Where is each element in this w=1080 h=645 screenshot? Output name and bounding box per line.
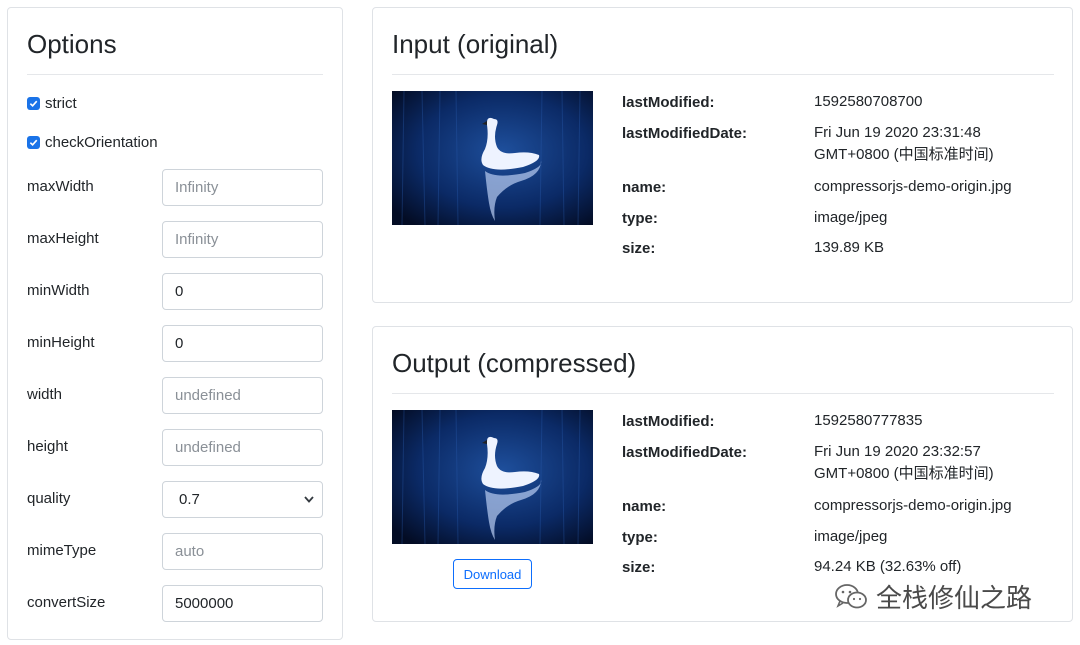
mime-type-label: mimeType — [27, 542, 97, 559]
output-name-key: name: — [622, 498, 667, 515]
max-width-row: maxWidth Infinity — [27, 169, 323, 206]
height-row: height undefined — [27, 429, 323, 466]
output-size-value: 94.24 KB (32.63% off) — [814, 558, 962, 575]
input-type-key: type: — [622, 210, 658, 227]
convert-size-input[interactable]: 5000000 — [162, 585, 323, 622]
wechat-icon — [835, 583, 867, 608]
input-panel: Input (original) lastModified: 159258070… — [372, 7, 1073, 303]
check-icon — [29, 139, 38, 147]
options-divider — [27, 74, 323, 75]
swan-image — [392, 91, 593, 225]
quality-row: quality 0.7 — [27, 481, 323, 518]
output-last-modified-value: 1592580777835 — [814, 412, 923, 429]
input-title: Input (original) — [392, 29, 559, 59]
input-last-modified-key: lastModified: — [622, 94, 715, 111]
output-title: Output (compressed) — [392, 348, 637, 378]
check-icon — [29, 100, 38, 108]
check-orientation-checkbox-row[interactable]: checkOrientation — [27, 134, 158, 151]
options-panel: Options strict checkOrientation maxWidth… — [7, 7, 343, 640]
height-label: height — [27, 438, 68, 455]
strict-checkbox[interactable] — [27, 97, 40, 110]
min-height-input[interactable]: 0 — [162, 325, 323, 362]
check-orientation-label: checkOrientation — [45, 134, 158, 151]
download-button[interactable]: Download — [453, 559, 532, 589]
output-type-key: type: — [622, 529, 658, 546]
width-label: width — [27, 386, 63, 403]
output-name-value: compressorjs-demo-origin.jpg — [814, 497, 1012, 514]
max-height-input[interactable]: Infinity — [162, 221, 323, 258]
width-row: width undefined — [27, 377, 323, 414]
quality-label: quality — [27, 490, 71, 507]
swan-image — [392, 410, 593, 544]
input-divider — [392, 74, 1054, 75]
input-last-modified-value: 1592580708700 — [814, 93, 923, 110]
output-last-modified-key: lastModified: — [622, 413, 715, 430]
output-last-modified-date-line1: Fri Jun 19 2020 23:32:57 — [814, 443, 981, 460]
output-last-modified-date-key: lastModifiedDate: — [622, 444, 748, 461]
min-width-row: minWidth 0 — [27, 273, 323, 310]
input-size-value: 139.89 KB — [814, 239, 885, 256]
max-height-row: maxHeight Infinity — [27, 221, 323, 258]
quality-select[interactable]: 0.7 — [162, 481, 323, 518]
output-type-value: image/jpeg — [814, 528, 888, 545]
input-last-modified-date-line1: Fri Jun 19 2020 23:31:48 — [814, 124, 981, 141]
input-size-key: size: — [622, 240, 656, 257]
width-input[interactable]: undefined — [162, 377, 323, 414]
input-last-modified-date-line2: GMT+0800 (中国标准时间) — [814, 146, 994, 163]
input-name-value: compressorjs-demo-origin.jpg — [814, 178, 1012, 195]
convert-size-label: convertSize — [27, 594, 106, 611]
chevron-down-icon — [304, 496, 314, 503]
min-width-label: minWidth — [27, 282, 90, 299]
output-image — [392, 410, 593, 544]
watermark-text: 全栈修仙之路 — [876, 583, 1033, 613]
mime-type-input[interactable]: auto — [162, 533, 323, 570]
min-height-row: minHeight 0 — [27, 325, 323, 362]
input-type-value: image/jpeg — [814, 209, 888, 226]
output-size-key: size: — [622, 559, 656, 576]
max-height-label: maxHeight — [27, 230, 99, 247]
output-divider — [392, 393, 1054, 394]
min-width-input[interactable]: 0 — [162, 273, 323, 310]
watermark: 全栈修仙之路 — [834, 578, 1032, 615]
convert-size-row: convertSize 5000000 — [27, 585, 323, 622]
input-name-key: name: — [622, 179, 667, 196]
min-height-label: minHeight — [27, 334, 95, 351]
options-title: Options — [27, 29, 117, 59]
check-orientation-checkbox[interactable] — [27, 136, 40, 149]
mime-type-row: mimeType auto — [27, 533, 323, 570]
max-width-label: maxWidth — [27, 178, 94, 195]
input-last-modified-date-key: lastModifiedDate: — [622, 125, 748, 142]
output-last-modified-date-line2: GMT+0800 (中国标准时间) — [814, 465, 994, 482]
max-width-input[interactable]: Infinity — [162, 169, 323, 206]
input-image — [392, 91, 593, 225]
height-input[interactable]: undefined — [162, 429, 323, 466]
strict-label: strict — [45, 95, 77, 112]
quality-value: 0.7 — [179, 491, 200, 508]
strict-checkbox-row[interactable]: strict — [27, 95, 77, 112]
